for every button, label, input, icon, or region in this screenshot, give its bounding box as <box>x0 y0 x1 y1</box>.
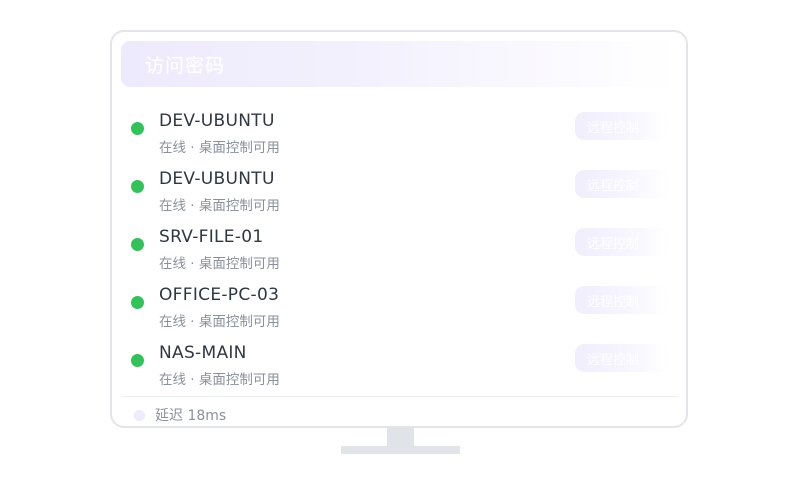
device-status: 在线 · 桌面控制可用 <box>159 256 280 272</box>
remote-control-button[interactable]: 远程控制 <box>575 286 669 314</box>
device-status: 在线 · 桌面控制可用 <box>159 198 280 214</box>
scene: 访问密码 DEV-UBUNTU 在线 · 桌面控制可用 远程控制 DEV-UBU… <box>0 0 800 500</box>
device-name: DEV-UBUNTU <box>159 169 275 189</box>
latency-text: 延迟 18ms <box>155 408 227 424</box>
footer-divider <box>122 396 678 397</box>
device-row[interactable]: OFFICE-PC-03 在线 · 桌面控制可用 远程控制 <box>112 282 686 340</box>
online-status-dot <box>131 122 144 135</box>
header-title: 访问密码 <box>145 54 226 77</box>
device-status: 在线 · 桌面控制可用 <box>159 372 280 388</box>
remote-control-button[interactable]: 远程控制 <box>575 344 669 372</box>
online-status-dot <box>131 238 144 251</box>
remote-control-button[interactable]: 远程控制 <box>575 228 669 256</box>
device-name: NAS-MAIN <box>159 343 247 363</box>
latency-indicator-dot <box>134 409 145 421</box>
monitor-stand-base <box>341 446 460 454</box>
device-name: SRV-FILE-01 <box>159 227 264 247</box>
latency-footer: 延迟 18ms <box>134 404 226 426</box>
header-bar: 访问密码 <box>121 41 677 87</box>
device-row[interactable]: DEV-UBUNTU 在线 · 桌面控制可用 远程控制 <box>112 166 686 224</box>
device-name: DEV-UBUNTU <box>159 111 275 131</box>
online-status-dot <box>131 180 144 193</box>
device-row[interactable]: SRV-FILE-01 在线 · 桌面控制可用 远程控制 <box>112 224 686 282</box>
monitor-screen: 访问密码 DEV-UBUNTU 在线 · 桌面控制可用 远程控制 DEV-UBU… <box>110 30 688 428</box>
remote-control-button[interactable]: 远程控制 <box>575 170 669 198</box>
online-status-dot <box>131 296 144 309</box>
device-status: 在线 · 桌面控制可用 <box>159 140 280 156</box>
device-row[interactable]: NAS-MAIN 在线 · 桌面控制可用 远程控制 <box>112 340 686 398</box>
device-list: DEV-UBUNTU 在线 · 桌面控制可用 远程控制 DEV-UBUNTU 在… <box>112 108 686 398</box>
remote-control-button[interactable]: 远程控制 <box>575 112 669 140</box>
device-row[interactable]: DEV-UBUNTU 在线 · 桌面控制可用 远程控制 <box>112 108 686 166</box>
device-name: OFFICE-PC-03 <box>159 285 280 305</box>
device-status: 在线 · 桌面控制可用 <box>159 314 280 330</box>
online-status-dot <box>131 354 144 367</box>
monitor-stand-neck <box>387 428 414 447</box>
